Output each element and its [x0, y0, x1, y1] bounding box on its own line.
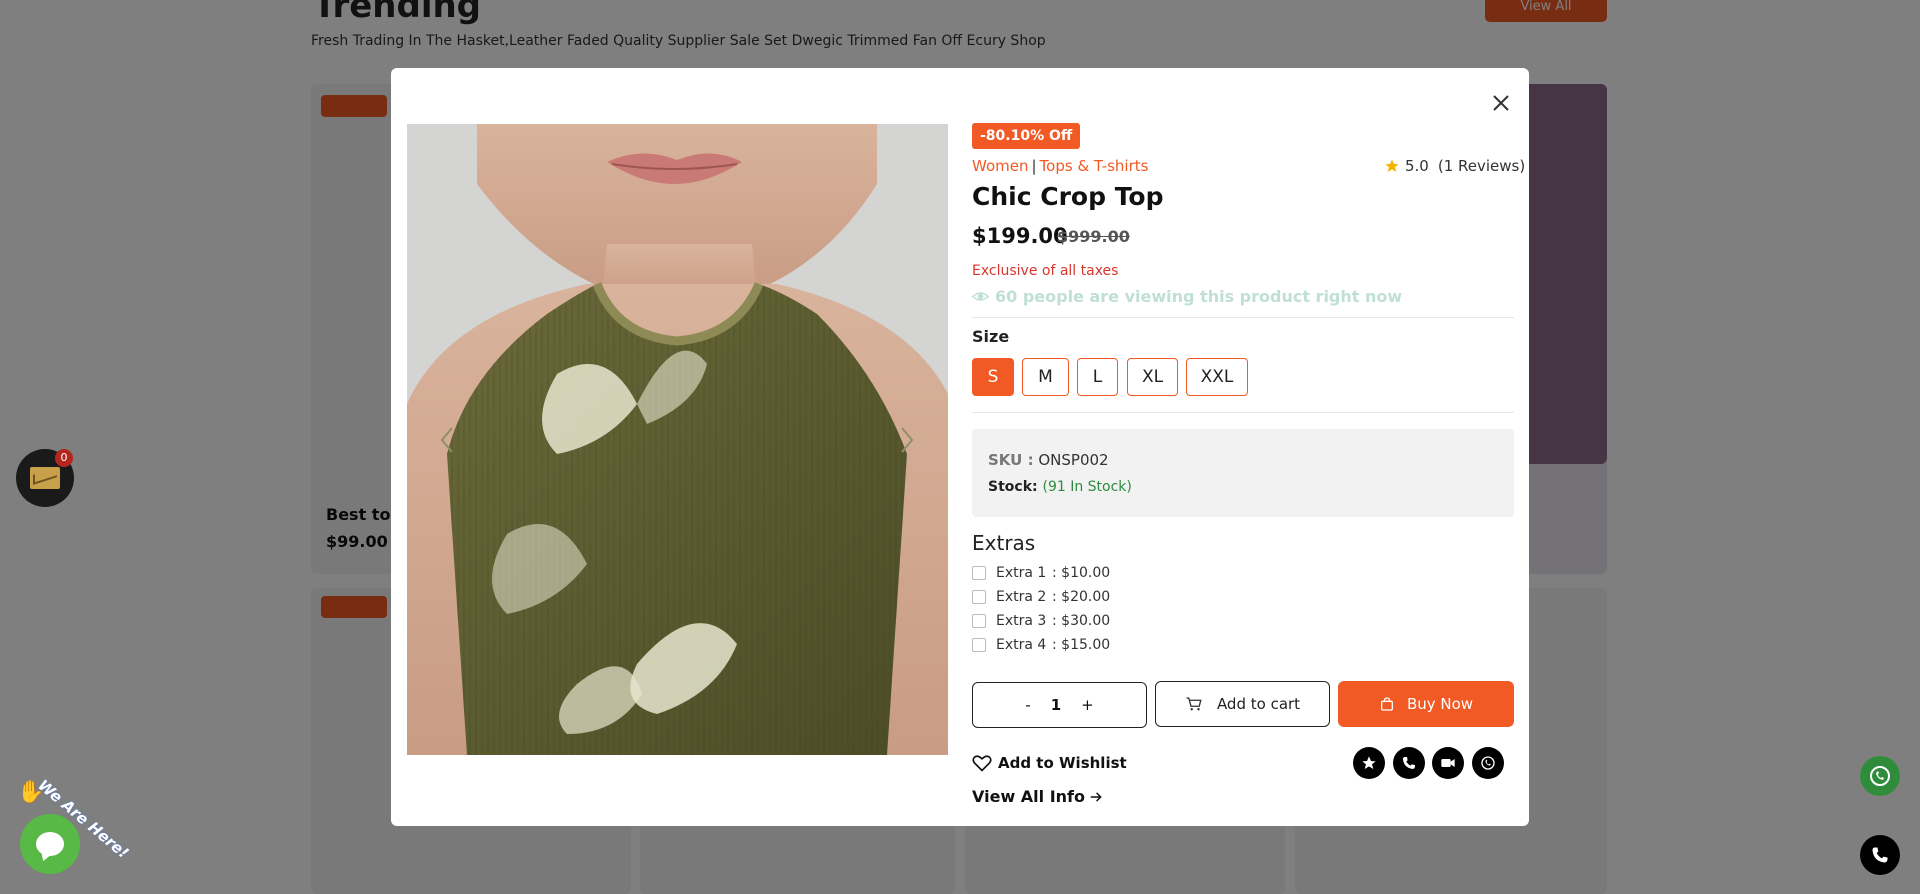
stock-label: Stock:	[988, 479, 1038, 495]
quantity-stepper: - 1 +	[972, 682, 1147, 728]
extra-option[interactable]: Extra 4 : $15.00	[972, 636, 1110, 654]
eye-icon	[972, 292, 989, 301]
extra-option[interactable]: Extra 3 : $30.00	[972, 612, 1110, 630]
extra-price: : $20.00	[1052, 589, 1111, 605]
star-icon	[1385, 159, 1399, 172]
size-option-s[interactable]: S	[972, 358, 1014, 396]
quantity-value[interactable]: 1	[1051, 696, 1061, 714]
live-chat-button[interactable]	[20, 814, 80, 874]
extras-title: Extras	[972, 531, 1036, 555]
category-breadcrumb: Women | Tops & T-shirts	[972, 157, 1148, 175]
extra-price: : $10.00	[1052, 565, 1111, 581]
add-to-wishlist-button[interactable]: Add to Wishlist	[972, 753, 1127, 773]
whatsapp-float-button[interactable]	[1860, 756, 1900, 796]
chevron-left-icon	[440, 427, 453, 453]
live-viewers-note: 60 people are viewing this product right…	[972, 287, 1402, 306]
whatsapp-share-button[interactable]	[1472, 747, 1504, 779]
product-image	[407, 124, 948, 755]
extra-checkbox[interactable]	[972, 614, 986, 628]
category-link-tops[interactable]: Tops & T-shirts	[1040, 157, 1149, 175]
call-button[interactable]	[1393, 747, 1425, 779]
review-count[interactable]: (1 Reviews)	[1438, 157, 1525, 175]
size-label: Size	[972, 327, 1010, 346]
call-float-button[interactable]	[1860, 835, 1900, 875]
extra-checkbox[interactable]	[972, 590, 986, 604]
buy-now-label: Buy Now	[1406, 695, 1474, 713]
sku-info-box	[972, 429, 1514, 517]
envelope-icon	[30, 467, 60, 489]
divider	[972, 412, 1514, 413]
add-to-cart-button[interactable]: Add to cart	[1155, 681, 1330, 727]
discount-badge: -80.10% Off	[972, 123, 1081, 149]
size-option-xxl[interactable]: XXL	[1186, 358, 1248, 396]
whatsapp-icon	[1481, 756, 1495, 770]
product-photo	[407, 124, 948, 755]
video-icon	[1441, 759, 1455, 767]
close-modal-button[interactable]	[1490, 92, 1512, 114]
arrow-right-icon	[1090, 791, 1102, 802]
product-price: $199.00	[972, 224, 1068, 248]
star-icon	[1362, 756, 1376, 769]
extra-option[interactable]: Extra 1 : $10.00	[972, 564, 1110, 582]
divider	[972, 317, 1514, 318]
stock-line: Stock: (91 In Stock)	[988, 479, 1132, 495]
extra-checkbox[interactable]	[972, 638, 986, 652]
close-icon	[1493, 95, 1509, 111]
view-all-info-link[interactable]: View All Info	[972, 787, 1103, 806]
extra-price: : $30.00	[1052, 613, 1111, 629]
notification-count-badge: 0	[55, 449, 73, 467]
chevron-right-icon	[901, 427, 914, 453]
stock-value: (91 In Stock)	[1042, 479, 1132, 495]
product-rating: 5.0 (1 Reviews)	[1384, 157, 1525, 175]
video-call-button[interactable]	[1432, 747, 1464, 779]
category-separator: |	[1031, 157, 1037, 175]
extra-name: Extra 3	[996, 613, 1047, 629]
extra-name: Extra 2	[996, 589, 1047, 605]
rating-value: 5.0	[1405, 157, 1429, 175]
extra-price: : $15.00	[1052, 637, 1111, 653]
heart-icon	[972, 755, 992, 772]
category-link-women[interactable]: Women	[972, 157, 1028, 175]
size-option-l[interactable]: L	[1077, 358, 1118, 396]
cart-icon	[1186, 697, 1202, 711]
shopping-bag-icon	[1380, 697, 1393, 711]
buy-now-button[interactable]: Buy Now	[1338, 681, 1514, 727]
quantity-decrement-button[interactable]: -	[1025, 696, 1030, 714]
quantity-increment-button[interactable]: +	[1081, 696, 1094, 714]
whatsapp-icon	[1870, 766, 1890, 786]
extra-name: Extra 4	[996, 637, 1047, 653]
original-price: $999.00	[1057, 227, 1130, 246]
prev-image-arrow[interactable]	[436, 424, 458, 456]
phone-icon	[1403, 757, 1415, 769]
extra-name: Extra 1	[996, 565, 1047, 581]
sku-value: ONSP002	[1038, 451, 1109, 469]
sku-label: SKU :	[988, 451, 1034, 469]
tax-note: Exclusive of all taxes	[972, 263, 1119, 279]
phone-icon	[1872, 847, 1888, 863]
size-option-xl[interactable]: XL	[1127, 358, 1178, 396]
size-option-m[interactable]: M	[1022, 358, 1069, 396]
viewing-text: 60 people are viewing this product right…	[995, 287, 1403, 306]
next-image-arrow[interactable]	[896, 424, 918, 456]
add-to-cart-label: Add to cart	[1216, 695, 1301, 713]
favorite-share-button[interactable]	[1353, 747, 1385, 779]
view-all-label: View All Info	[972, 787, 1086, 806]
sku-line: SKU : ONSP002	[988, 451, 1109, 469]
chat-bubble-icon	[36, 832, 64, 856]
extra-option[interactable]: Extra 2 : $20.00	[972, 588, 1110, 606]
extra-checkbox[interactable]	[972, 566, 986, 580]
wishlist-label: Add to Wishlist	[998, 754, 1127, 772]
product-title: Chic Crop Top	[972, 182, 1164, 211]
